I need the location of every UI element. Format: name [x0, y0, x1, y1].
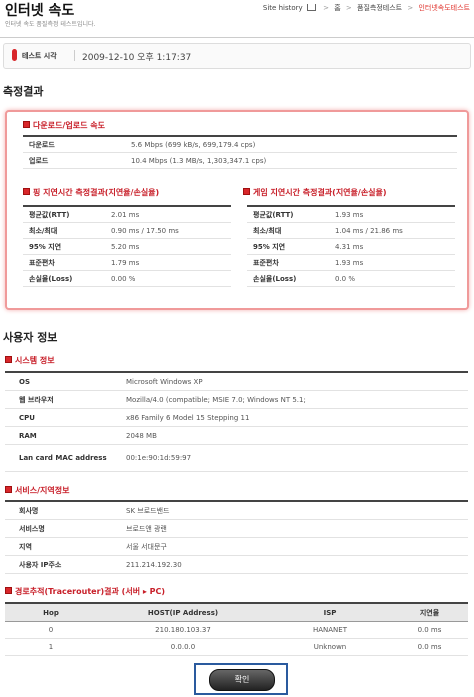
table-row: OS Microsoft Windows XP — [5, 372, 468, 391]
system-info-table: OS Microsoft Windows XP 웹 브라우저 Mozilla/4.0… — [5, 371, 468, 472]
page-title: 인터넷 속도 — [5, 3, 75, 19]
page-subtitle: 인터넷 속도 품질측정 테스트입니다. — [5, 21, 96, 28]
bullet-icon — [5, 486, 12, 493]
bullet-icon — [23, 188, 30, 195]
table-row: 손실율(Loss) 0.00 % — [23, 270, 231, 287]
table-row: 다운로드 5.6 Mbps (699 kB/s, 699,179.4 cps) — [23, 136, 457, 153]
download-value: 5.6 Mbps (699 kB/s, 699,179.4 cps) — [125, 136, 457, 153]
table-row: 평균값(RTT) 1.93 ms — [247, 206, 455, 223]
latency-header: 지연율 — [391, 602, 468, 622]
host-header: HOST(IP Address) — [97, 602, 269, 622]
breadcrumb: Site history > 홈 > 품질측정테스트 > 인터넷속도테스트 — [263, 3, 470, 13]
ping-table: 평균값(RTT) 2.01 ms 최소/최대 0.90 ms / 17.50 ms … — [23, 205, 231, 287]
table-row: 1 0.0.0.0 Unknown 0.0 ms — [5, 638, 468, 656]
table-row: 최소/최대 1.04 ms / 21.86 ms — [247, 222, 455, 239]
table-row: 0 210.180.103.37 HANANET 0.0 ms — [5, 621, 468, 639]
user-info-section-title: 사용자 정보 — [3, 331, 58, 344]
table-row: 웹 브라우저 Mozilla/4.0 (compatible; MSIE 7.0;… — [5, 390, 468, 409]
table-row: RAM 2048 MB — [5, 426, 468, 445]
table-row: CPU x86 Family 6 Model 15 Stepping 11 — [5, 408, 468, 427]
breadcrumb-separator: > — [323, 4, 329, 12]
bullet-icon — [5, 587, 12, 594]
ping-heading: 핑 지연시간 측정결과(지연율/손실율) — [23, 187, 159, 198]
bullet-icon — [23, 121, 30, 128]
header-divider — [0, 37, 474, 38]
table-row: 서비스명 브로드앤 광랜 — [5, 519, 468, 538]
download-label: 다운로드 — [23, 136, 125, 153]
traceroute-table: Hop HOST(IP Address) ISP 지연율 0 210.180.1… — [5, 602, 468, 656]
table-row: 지역 서울 서대문구 — [5, 537, 468, 556]
site-history-label: Site history — [262, 4, 303, 12]
test-time-marker-icon — [12, 49, 17, 61]
table-row: 손실율(Loss) 0.0 % — [247, 270, 455, 287]
upload-value: 10.4 Mbps (1.3 MB/s, 1,303,347.1 cps) — [125, 152, 457, 169]
breadcrumb-current: 인터넷속도테스트 — [418, 4, 470, 12]
breadcrumb-separator: > — [407, 4, 414, 12]
system-info-heading: 시스템 정보 — [5, 355, 55, 366]
table-row: 업로드 10.4 Mbps (1.3 MB/s, 1,303,347.1 cps) — [23, 152, 457, 169]
divider — [74, 50, 75, 61]
service-info-heading: 서비스/지역정보 — [5, 485, 69, 496]
home-icon — [306, 4, 316, 11]
breadcrumb-separator: > — [345, 4, 352, 12]
table-header-row: Hop HOST(IP Address) ISP 지연율 — [5, 602, 468, 622]
hop-header: Hop — [5, 602, 97, 622]
download-upload-table: 다운로드 5.6 Mbps (699 kB/s, 699,179.4 cps) 업… — [23, 135, 457, 169]
table-row: 표준편차 1.79 ms — [23, 254, 231, 271]
table-row: 최소/최대 0.90 ms / 17.50 ms — [23, 222, 231, 239]
results-panel: 다운로드/업로드 속도 다운로드 5.6 Mbps (699 kB/s, 699,… — [5, 110, 469, 310]
test-time-value: 2009-12-10 오후 1:17:37 — [82, 53, 192, 63]
table-row: 95% 지연 4.31 ms — [247, 238, 455, 255]
test-time-box: 테스트 시각 2009-12-10 오후 1:17:37 — [3, 43, 471, 69]
bullet-icon — [5, 356, 12, 363]
table-row: 회사명 SK 브로드밴드 — [5, 501, 468, 520]
game-heading: 게임 지연시간 측정결과(지연율/손실율) — [243, 187, 387, 198]
traceroute-heading: 경로추적(Tracerouter)결과 (서버 ▸ PC) — [5, 586, 165, 597]
test-time-label: 테스트 시각 — [22, 52, 57, 60]
download-upload-heading: 다운로드/업로드 속도 — [23, 120, 105, 131]
bullet-icon — [243, 188, 250, 195]
results-section-title: 측정결과 — [3, 85, 44, 98]
isp-header: ISP — [269, 602, 391, 622]
breadcrumb-level1[interactable]: 품질측정테스트 — [357, 4, 402, 12]
service-info-table: 회사명 SK 브로드밴드 서비스명 브로드앤 광랜 지역 서울 서대문구 사용자 IP… — [5, 500, 468, 574]
breadcrumb-home[interactable]: 홈 — [334, 4, 340, 12]
table-row: Lan card MAC address 00:1e:90:1d:59:97 — [5, 444, 468, 472]
upload-label: 업로드 — [23, 152, 125, 169]
table-row: 표준편차 1.93 ms — [247, 254, 455, 271]
table-row: 95% 지연 5.20 ms — [23, 238, 231, 255]
game-table: 평균값(RTT) 1.93 ms 최소/최대 1.04 ms / 21.86 ms … — [247, 205, 455, 287]
confirm-button[interactable]: 확인 — [209, 669, 275, 691]
table-row: 평균값(RTT) 2.01 ms — [23, 206, 231, 223]
table-row: 사용자 IP주소 211.214.192.30 — [5, 555, 468, 574]
